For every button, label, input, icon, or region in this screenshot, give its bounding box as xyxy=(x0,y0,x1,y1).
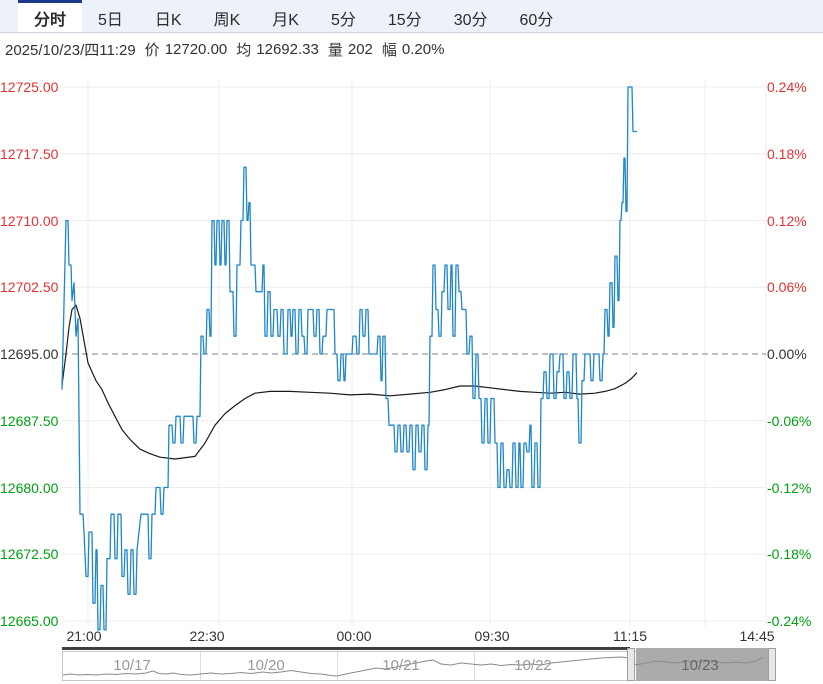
y-axis-percent-label: 0.00% xyxy=(767,346,823,362)
y-axis-price-label: 12702.50 xyxy=(0,279,58,295)
y-axis-percent-label: -0.06% xyxy=(767,413,823,429)
price-line xyxy=(62,87,637,630)
y-axis-price-label: 12710.00 xyxy=(0,213,58,229)
y-axis-percent-label: 0.18% xyxy=(767,146,823,162)
x-axis-time-label: 11:15 xyxy=(613,628,647,644)
horizontal-scrollbar-thumb[interactable] xyxy=(62,647,630,650)
average-line xyxy=(62,305,637,459)
y-axis-percent-label: -0.24% xyxy=(767,613,823,629)
navigator-date-label: 10/17 xyxy=(113,657,151,674)
x-axis-time-label: 09:30 xyxy=(474,628,509,644)
y-axis-percent-label: -0.12% xyxy=(767,480,823,496)
intraday-chart-app: 分时5日日K周K月K5分15分30分60分 2025/10/23/四11:29 … xyxy=(0,0,823,684)
navigator-date-label: 10/20 xyxy=(247,657,285,674)
y-axis-percent-label: 0.12% xyxy=(767,213,823,229)
x-axis-time-label: 00:00 xyxy=(336,628,371,644)
navigator-date-label: 10/23 xyxy=(681,657,719,674)
navigator-left-handle[interactable] xyxy=(627,648,635,681)
navigator-sparkline xyxy=(63,652,777,682)
x-axis-time-label: 22:30 xyxy=(189,628,224,644)
y-axis-percent-label: 0.24% xyxy=(767,79,823,95)
y-axis-price-label: 12680.00 xyxy=(0,480,58,496)
navigator-date-label: 10/21 xyxy=(382,657,420,674)
y-axis-price-label: 12687.50 xyxy=(0,413,58,429)
y-axis-price-label: 12725.00 xyxy=(0,79,58,95)
x-axis-time-label: 21:00 xyxy=(66,628,101,644)
y-axis-price-label: 12672.50 xyxy=(0,546,58,562)
y-axis-price-label: 12665.00 xyxy=(0,613,58,629)
y-axis-percent-label: -0.18% xyxy=(767,546,823,562)
navigator-date-label: 10/22 xyxy=(514,657,552,674)
x-axis-time-label: 14:45 xyxy=(739,628,774,644)
date-range-navigator[interactable]: 10/17 10/20 10/21 10/22 10/23 xyxy=(62,651,776,681)
navigator-right-handle[interactable] xyxy=(768,648,776,681)
price-chart-canvas[interactable] xyxy=(0,0,823,684)
y-axis-price-label: 12695.00 xyxy=(0,346,58,362)
y-axis-price-label: 12717.50 xyxy=(0,146,58,162)
y-axis-percent-label: 0.06% xyxy=(767,279,823,295)
